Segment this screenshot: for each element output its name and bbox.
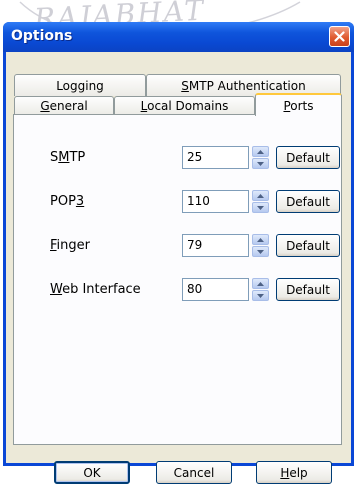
spin-down-icon[interactable] (252, 290, 269, 301)
close-icon (334, 31, 345, 42)
tab-ports[interactable]: Ports (255, 93, 342, 116)
tab-label: Ports (283, 98, 314, 113)
finger-port-spinner[interactable] (252, 234, 269, 257)
smtp-port-spinner[interactable] (252, 146, 269, 169)
finger-default-button[interactable]: Default (276, 234, 340, 257)
tab-general[interactable]: General (14, 96, 114, 115)
spin-up-icon[interactable] (252, 190, 269, 201)
web-interface-port-input[interactable]: 80 (182, 278, 249, 301)
tab-label: Logging (56, 78, 104, 93)
web-interface-default-button[interactable]: Default (276, 278, 340, 301)
options-dialog: Options Logging SMTP Authentication Gene… (3, 22, 354, 484)
web-interface-port-spinner[interactable] (252, 278, 269, 301)
tab-label: Local Domains (140, 99, 229, 113)
pop3-port-input[interactable]: 110 (182, 190, 249, 213)
ports-panel: SMTP 25 Default POP3 110 Default Finger … (13, 114, 342, 445)
spin-down-icon[interactable] (252, 246, 269, 257)
finger-label: Finger (50, 238, 90, 253)
close-button[interactable] (329, 26, 350, 47)
smtp-default-button[interactable]: Default (276, 146, 340, 169)
spin-up-icon[interactable] (252, 234, 269, 245)
web-interface-label: Web Interface (50, 282, 141, 297)
ok-button[interactable]: OK (54, 461, 130, 484)
cancel-button[interactable]: Cancel (156, 461, 232, 484)
title-bar[interactable]: Options (3, 22, 354, 52)
dialog-client-area: Logging SMTP Authentication General Loca… (6, 52, 351, 484)
tab-logging[interactable]: Logging (14, 74, 146, 96)
smtp-label: SMTP (50, 150, 86, 165)
finger-port-input[interactable]: 79 (182, 234, 249, 257)
tab-label: General (40, 99, 88, 113)
pop3-label: POP3 (50, 194, 85, 209)
spin-down-icon[interactable] (252, 158, 269, 169)
tab-label: SMTP Authentication (181, 78, 306, 93)
pop3-default-button[interactable]: Default (276, 190, 340, 213)
spin-down-icon[interactable] (252, 202, 269, 213)
spin-up-icon[interactable] (252, 146, 269, 157)
smtp-port-input[interactable]: 25 (182, 146, 249, 169)
tab-local-domains[interactable]: Local Domains (114, 96, 255, 115)
help-button[interactable]: Help (256, 461, 332, 484)
pop3-port-spinner[interactable] (252, 190, 269, 213)
spin-up-icon[interactable] (252, 278, 269, 289)
window-title: Options (11, 28, 73, 44)
